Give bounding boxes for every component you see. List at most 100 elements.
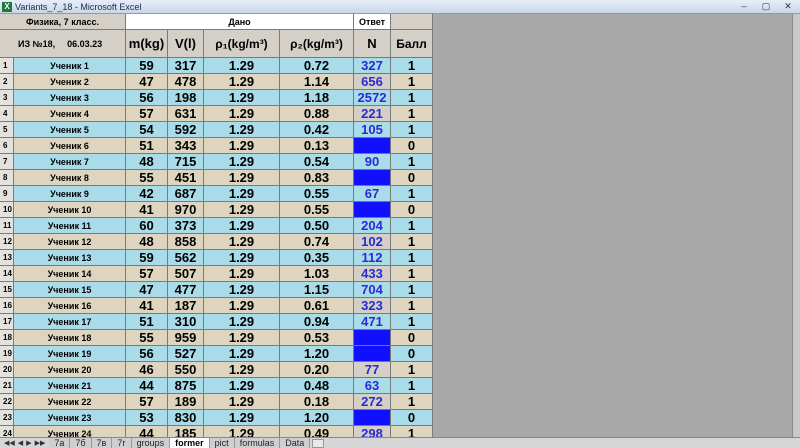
row-number[interactable]: 10: [0, 202, 14, 218]
student-name-cell[interactable]: Ученик 7: [14, 154, 126, 170]
volume-cell[interactable]: 198: [168, 90, 204, 106]
student-name-cell[interactable]: Ученик 15: [14, 282, 126, 298]
answer-cell[interactable]: [354, 202, 391, 218]
sheet-tab[interactable]: 7г: [112, 438, 132, 448]
last-sheet-button[interactable]: ▶▶: [35, 439, 46, 447]
volume-cell[interactable]: 317: [168, 58, 204, 74]
mass-cell[interactable]: 51: [126, 138, 168, 154]
mass-cell[interactable]: 47: [126, 74, 168, 90]
row-number[interactable]: 1: [0, 58, 14, 74]
rho2-cell[interactable]: 1.18: [280, 90, 354, 106]
first-sheet-button[interactable]: ◀◀: [4, 439, 15, 447]
row-number[interactable]: 22: [0, 394, 14, 410]
work-info-cell[interactable]: ИЗ №18, 06.03.23: [0, 30, 126, 58]
blank-header-cell[interactable]: [391, 14, 433, 30]
answer-cell[interactable]: 471: [354, 314, 391, 330]
volume-cell[interactable]: 562: [168, 250, 204, 266]
score-cell[interactable]: 1: [391, 234, 433, 250]
score-cell[interactable]: 1: [391, 298, 433, 314]
row-number[interactable]: 8: [0, 170, 14, 186]
volume-cell[interactable]: 343: [168, 138, 204, 154]
rho1-cell[interactable]: 1.29: [204, 90, 280, 106]
student-name-cell[interactable]: Ученик 21: [14, 378, 126, 394]
volume-cell[interactable]: 189: [168, 394, 204, 410]
volume-cell[interactable]: 477: [168, 282, 204, 298]
student-name-cell[interactable]: Ученик 22: [14, 394, 126, 410]
volume-cell[interactable]: 970: [168, 202, 204, 218]
mass-cell[interactable]: 55: [126, 170, 168, 186]
rho2-cell[interactable]: 1.03: [280, 266, 354, 282]
row-number[interactable]: 21: [0, 378, 14, 394]
mass-cell[interactable]: 41: [126, 202, 168, 218]
rho1-cell[interactable]: 1.29: [204, 186, 280, 202]
rho1-cell[interactable]: 1.29: [204, 298, 280, 314]
rho1-cell[interactable]: 1.29: [204, 266, 280, 282]
row-number[interactable]: 13: [0, 250, 14, 266]
mass-cell[interactable]: 56: [126, 346, 168, 362]
given-header[interactable]: Дано: [126, 14, 354, 30]
volume-cell[interactable]: 507: [168, 266, 204, 282]
mass-cell[interactable]: 53: [126, 410, 168, 426]
answer-cell[interactable]: 63: [354, 378, 391, 394]
score-cell[interactable]: 0: [391, 330, 433, 346]
mass-cell[interactable]: 44: [126, 378, 168, 394]
student-name-cell[interactable]: Ученик 20: [14, 362, 126, 378]
rho1-cell[interactable]: 1.29: [204, 58, 280, 74]
score-cell[interactable]: 1: [391, 90, 433, 106]
rho1-cell[interactable]: 1.29: [204, 202, 280, 218]
student-name-cell[interactable]: Ученик 4: [14, 106, 126, 122]
row-number[interactable]: 5: [0, 122, 14, 138]
rho2-cell[interactable]: 0.55: [280, 186, 354, 202]
volume-cell[interactable]: 527: [168, 346, 204, 362]
mass-cell[interactable]: 51: [126, 314, 168, 330]
rho1-cell[interactable]: 1.29: [204, 106, 280, 122]
col-header-m[interactable]: m(kg): [126, 30, 168, 58]
volume-cell[interactable]: 959: [168, 330, 204, 346]
answer-cell[interactable]: 221: [354, 106, 391, 122]
rho1-cell[interactable]: 1.29: [204, 250, 280, 266]
student-name-cell[interactable]: Ученик 23: [14, 410, 126, 426]
rho2-cell[interactable]: 0.42: [280, 122, 354, 138]
answer-cell[interactable]: 67: [354, 186, 391, 202]
mass-cell[interactable]: 57: [126, 394, 168, 410]
sheet-tab[interactable]: former: [170, 438, 210, 448]
mass-cell[interactable]: 55: [126, 330, 168, 346]
row-number[interactable]: 6: [0, 138, 14, 154]
score-cell[interactable]: 1: [391, 122, 433, 138]
answer-cell[interactable]: [354, 170, 391, 186]
mass-cell[interactable]: 42: [126, 186, 168, 202]
row-number[interactable]: 3: [0, 90, 14, 106]
answer-cell[interactable]: 2572: [354, 90, 391, 106]
volume-cell[interactable]: 478: [168, 74, 204, 90]
score-cell[interactable]: 0: [391, 346, 433, 362]
score-cell[interactable]: 1: [391, 282, 433, 298]
answer-cell[interactable]: [354, 138, 391, 154]
mass-cell[interactable]: 48: [126, 234, 168, 250]
prev-sheet-button[interactable]: ◀: [18, 439, 23, 447]
rho2-cell[interactable]: 0.83: [280, 170, 354, 186]
sheet-tab[interactable]: Data: [280, 438, 311, 448]
row-number[interactable]: 15: [0, 282, 14, 298]
answer-cell[interactable]: 204: [354, 218, 391, 234]
empty-sheet-area[interactable]: [433, 14, 800, 437]
volume-cell[interactable]: 875: [168, 378, 204, 394]
mass-cell[interactable]: 57: [126, 106, 168, 122]
answer-cell[interactable]: [354, 330, 391, 346]
rho1-cell[interactable]: 1.29: [204, 362, 280, 378]
mass-cell[interactable]: 48: [126, 154, 168, 170]
col-header-n[interactable]: N: [354, 30, 391, 58]
answer-cell[interactable]: [354, 410, 391, 426]
volume-cell[interactable]: 715: [168, 154, 204, 170]
student-name-cell[interactable]: Ученик 6: [14, 138, 126, 154]
student-name-cell[interactable]: Ученик 19: [14, 346, 126, 362]
rho1-cell[interactable]: 1.29: [204, 314, 280, 330]
answer-header[interactable]: Ответ: [354, 14, 391, 30]
rho2-cell[interactable]: 0.13: [280, 138, 354, 154]
mass-cell[interactable]: 57: [126, 266, 168, 282]
row-number[interactable]: 20: [0, 362, 14, 378]
col-header-v[interactable]: V(l): [168, 30, 204, 58]
sheet-tab[interactable]: 7б: [70, 438, 92, 448]
score-cell[interactable]: 1: [391, 378, 433, 394]
score-cell[interactable]: 0: [391, 138, 433, 154]
rho1-cell[interactable]: 1.29: [204, 394, 280, 410]
